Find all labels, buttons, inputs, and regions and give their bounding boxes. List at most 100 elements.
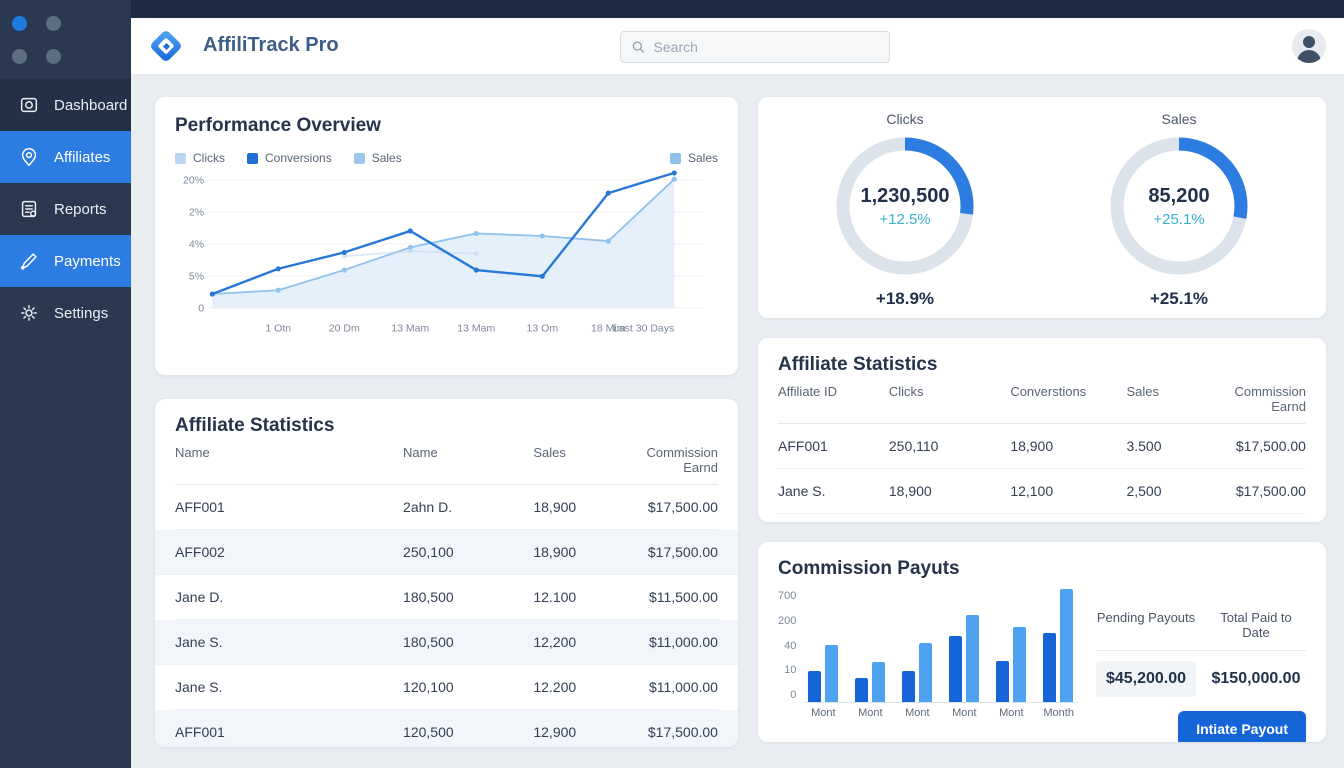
bar-series-dark — [808, 671, 821, 702]
column-header: Clicks — [889, 384, 1010, 414]
user-avatar[interactable] — [1292, 29, 1326, 63]
svg-text:20%: 20% — [183, 174, 204, 186]
table-cell: 12,100 — [1010, 483, 1126, 499]
sidebar-item-label: Payments — [54, 253, 121, 270]
performance-card: Performance Overview ClicksConversionsSa… — [155, 97, 738, 375]
search-icon — [631, 39, 646, 55]
legend-item: Conversions — [247, 151, 332, 165]
sidebar-item-affiliates[interactable]: Affiliates — [0, 131, 131, 183]
sidebar-item-payments[interactable]: Payments — [0, 235, 131, 287]
table-cell: 18,900 — [889, 483, 1010, 499]
window-dot-icon[interactable] — [12, 49, 27, 64]
chart-legend-right: Sales — [670, 151, 718, 165]
bar-series-light — [919, 643, 932, 702]
x-tick-label: Mont — [996, 707, 1026, 719]
table-cell: 250,100 — [403, 544, 533, 560]
kpi-footer-change: +18.9% — [876, 289, 934, 309]
bar-series-light — [1013, 627, 1026, 702]
pen-icon — [18, 250, 40, 272]
sidebar-item-dashboard[interactable]: Dashboard — [0, 79, 131, 131]
kpi-label: Clicks — [886, 111, 923, 127]
table-cell: 250,110 — [889, 438, 1010, 454]
x-tick-label: Mont — [855, 707, 885, 719]
table-cell: AFF001 — [778, 438, 889, 454]
table-cell: 12,200 — [533, 634, 620, 650]
kpi-value: 85,200 — [1148, 185, 1209, 208]
app-title: AffiliTrack Pro — [203, 34, 339, 57]
x-tick-label: Mont — [949, 707, 979, 719]
table-cell: $11,000.00 — [620, 679, 718, 695]
bar-series-light — [966, 615, 979, 702]
left-table-title: Affiliate Statistics — [175, 415, 718, 437]
column-header: Name — [403, 445, 533, 475]
pending-payouts-label: Pending Payouts — [1096, 610, 1196, 640]
column-header: Sales — [1126, 384, 1210, 414]
bar-series-light — [825, 645, 838, 702]
app-logo-icon — [151, 31, 181, 61]
sidebar: DashboardAffiliatesReports Payments Settin… — [0, 0, 131, 768]
bar-group — [949, 615, 979, 702]
commission-info: Pending Payouts Total Paid to Date $45,2… — [1096, 588, 1306, 742]
legend-swatch — [175, 153, 186, 164]
legend-item: Sales — [354, 151, 402, 165]
table-cell: Jane S. — [175, 679, 403, 695]
window-dot-icon[interactable] — [12, 16, 27, 31]
sidebar-item-reports[interactable]: Reports — [0, 183, 131, 235]
table-cell: 120,500 — [403, 724, 533, 740]
affiliate-table-card-right: Affiliate Statistics Affiliate IDClicksC… — [758, 338, 1326, 522]
svg-text:4%: 4% — [189, 239, 204, 251]
svg-text:20 Dm: 20 Dm — [329, 323, 360, 335]
table-row: AFF001250,11018,9003.500$17,500.00 — [778, 424, 1306, 469]
commission-card: Commission Payuts 70020040100MontMontMon… — [758, 542, 1326, 742]
column-header: Sales — [533, 445, 620, 475]
table-cell: 18,900 — [533, 499, 620, 515]
bar-series-light — [1060, 589, 1073, 702]
kpi-card: Clicks1,230,500+12.5%+18.9%Sales85,200+2… — [758, 97, 1326, 318]
table-cell: 12.200 — [533, 679, 620, 695]
legend-swatch — [670, 153, 681, 164]
table-cell: Jane D. — [175, 589, 403, 605]
table-header-row: NameNameSalesCommission Earnd — [175, 437, 718, 485]
initiate-payout-button[interactable]: Intiate Payout — [1178, 711, 1306, 742]
y-tick-label: 200 — [778, 615, 796, 627]
main-content: Performance Overview Clicks Conversions Sa… — [131, 75, 1344, 768]
legend-label: Conversions — [265, 151, 332, 165]
table-body: AFF001250,11018,9003.500$17,500.00Jane S… — [778, 424, 1306, 522]
window-dot-icon[interactable] — [46, 49, 61, 64]
kpi-clicks: Clicks1,230,500+12.5%+18.9% — [768, 111, 1042, 304]
location-pin-icon — [18, 146, 40, 168]
total-paid-value: $150,000.00 — [1206, 670, 1306, 688]
line-chart: 20%2%4%5%01 Otn20 Dm13 Mam13 Mam13 Om18 … — [175, 167, 718, 344]
sidebar-item-settings[interactable]: Settings — [0, 287, 131, 339]
table-row: AFF00118,20012,1003,200$15,000.00 — [778, 514, 1306, 522]
bar-series-dark — [996, 661, 1009, 702]
table-cell: 3.500 — [1126, 438, 1210, 454]
affiliate-table-card-left: Affiliate Statistics NameNameSalesCommis… — [155, 399, 738, 747]
kpi-value: 1,230,500 — [861, 185, 950, 208]
bar-group — [902, 643, 932, 702]
kpi-change: +25.1% — [1153, 211, 1204, 228]
bar-series-dark — [949, 636, 962, 702]
pending-payouts-value: $45,200.00 — [1096, 661, 1196, 697]
search-box[interactable] — [620, 31, 890, 63]
avatar-person-icon — [1303, 36, 1315, 48]
performance-title: Performance Overview — [175, 115, 718, 137]
table-cell: 2,500 — [1126, 483, 1210, 499]
sidebar-nav: DashboardAffiliatesReports Payments Settin… — [0, 79, 131, 339]
window-dot-icon[interactable] — [46, 16, 61, 31]
search-input[interactable] — [654, 39, 879, 55]
y-tick-label: 0 — [790, 689, 796, 701]
svg-text:2%: 2% — [189, 206, 204, 218]
table-cell: $17,500.00 — [620, 544, 718, 560]
table-row: AFF001120,50012,900$17,500.00 — [155, 710, 738, 747]
table-cell: AFF002 — [175, 544, 403, 560]
bar-series-dark — [902, 671, 915, 702]
bar-group — [808, 645, 838, 702]
kpi-footer-change: +25.1% — [1150, 289, 1208, 309]
bar-series-dark — [855, 678, 868, 702]
top-strip — [131, 0, 1344, 18]
table-cell: $17,500.00 — [1211, 483, 1306, 499]
report-icon — [18, 198, 40, 220]
table-row: Jane S.180,50012,200$11,000.00 — [155, 620, 738, 665]
column-header: Converstions — [1010, 384, 1126, 414]
